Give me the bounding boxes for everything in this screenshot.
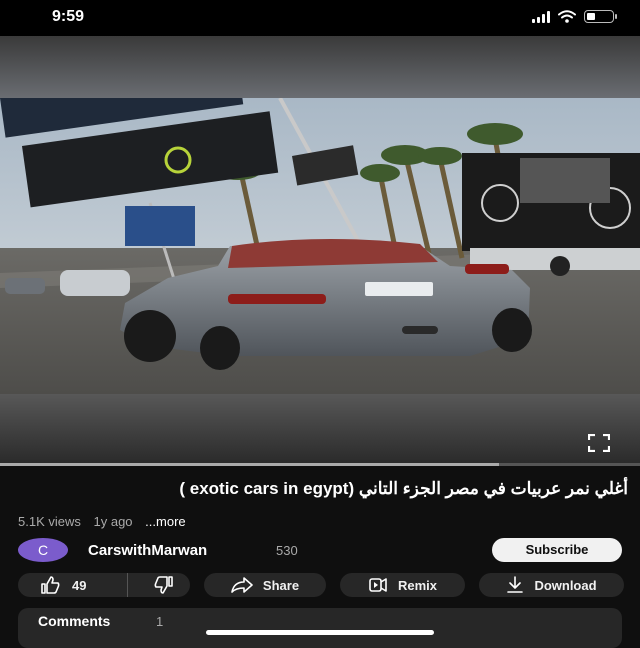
download-icon: [507, 576, 524, 593]
video-player[interactable]: [0, 36, 640, 464]
like-dislike-group: 49: [18, 573, 190, 597]
video-title: أغلي نمر عربيات في مصر الجزء التاني (exo…: [179, 479, 628, 498]
view-count: 5.1K views: [18, 514, 81, 529]
battery-icon: [584, 10, 617, 23]
video-progress-bar[interactable]: [0, 463, 640, 466]
comments-label: Comments: [38, 613, 111, 629]
more-link[interactable]: ...more: [145, 514, 185, 529]
action-bar: 49 Share Remix Download: [18, 573, 624, 597]
share-button[interactable]: Share: [204, 573, 326, 597]
remix-button[interactable]: Remix: [340, 573, 465, 597]
fullscreen-icon[interactable]: [588, 434, 610, 452]
video-blur-bottom: [0, 394, 640, 464]
channel-row[interactable]: C CarswithMarwan 530 Subscribe: [18, 538, 622, 564]
status-bar: 9:59: [0, 0, 640, 36]
progress-played: [0, 463, 500, 466]
like-icon: [41, 576, 60, 594]
video-blur-top: [0, 36, 640, 98]
status-time: 9:59: [52, 8, 85, 25]
video-frame: [0, 98, 640, 394]
wifi-icon: [558, 10, 576, 23]
dislike-icon: [154, 576, 173, 594]
video-meta[interactable]: 5.1K views 1y ago ...more: [18, 514, 195, 529]
comments-panel[interactable]: Comments 1: [18, 608, 622, 648]
download-label: Download: [534, 577, 597, 593]
subscribe-button[interactable]: Subscribe: [492, 538, 622, 562]
avatar[interactable]: C: [18, 538, 68, 562]
comments-count: 1: [156, 614, 164, 629]
share-label: Share: [262, 577, 300, 593]
status-icons: [532, 10, 617, 23]
remix-label: Remix: [397, 577, 438, 593]
upload-age: 1y ago: [93, 514, 133, 529]
subscriber-count: 530: [276, 543, 298, 558]
remix-icon: [369, 578, 387, 592]
home-indicator[interactable]: [206, 630, 434, 635]
download-button[interactable]: Download: [479, 573, 624, 597]
dislike-button[interactable]: [138, 576, 190, 594]
signal-icon: [532, 10, 550, 23]
channel-name[interactable]: CarswithMarwan: [88, 542, 207, 559]
like-count: 49: [72, 577, 87, 593]
share-icon: [231, 577, 253, 593]
like-button[interactable]: 49: [18, 573, 128, 597]
